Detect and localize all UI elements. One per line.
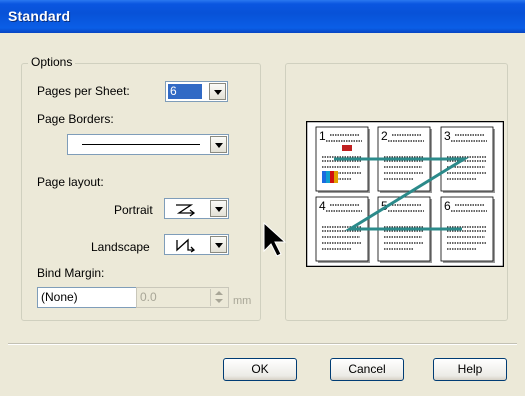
help-button[interactable]: Help xyxy=(433,358,507,381)
preview-page-number: 1 xyxy=(319,129,326,143)
landscape-dropdown-button[interactable] xyxy=(210,236,227,253)
preview-page-number: 6 xyxy=(444,199,451,213)
chevron-down-icon xyxy=(214,90,222,95)
margin-spinbox[interactable]: 0.0 xyxy=(136,287,229,308)
pages-per-sheet-select[interactable]: 6 xyxy=(165,81,228,102)
preview-pages-sheet: 1 2 34 5 6 xyxy=(306,121,504,267)
landscape-label: Landscape xyxy=(91,240,150,254)
page-borders-label: Page Borders: xyxy=(37,112,114,126)
pages-per-sheet-label: Pages per Sheet: xyxy=(37,84,130,98)
button-separator xyxy=(8,343,517,345)
spin-up-icon xyxy=(215,291,223,295)
page-borders-select[interactable] xyxy=(67,134,229,155)
margin-spin-arrows[interactable] xyxy=(210,289,227,306)
z-order-icon xyxy=(176,204,196,217)
title-bar[interactable]: Standard xyxy=(0,0,525,33)
ok-button[interactable]: OK xyxy=(223,358,297,381)
options-group-label: Options xyxy=(28,55,76,69)
bind-margin-label: Bind Margin: xyxy=(37,266,105,280)
bind-margin-value: (None) xyxy=(41,290,78,304)
page-borders-dropdown-button[interactable] xyxy=(210,136,227,153)
cancel-button[interactable]: Cancel xyxy=(330,358,404,381)
preview-page-number: 2 xyxy=(381,129,388,143)
spin-down-icon xyxy=(215,299,223,303)
n-order-icon xyxy=(176,238,196,253)
pages-per-sheet-dropdown-button[interactable] xyxy=(209,83,226,100)
chevron-down-icon xyxy=(215,207,223,212)
preview-page-number: 4 xyxy=(319,199,326,213)
window-title: Standard xyxy=(8,8,71,24)
pages-per-sheet-value: 6 xyxy=(168,84,202,99)
page-layout-label: Page layout: xyxy=(37,175,104,189)
chevron-down-icon xyxy=(215,243,223,248)
landscape-layout-select[interactable] xyxy=(164,234,229,255)
portrait-label: Portrait xyxy=(114,203,153,217)
portrait-dropdown-button[interactable] xyxy=(210,200,227,217)
mouse-pointer-icon xyxy=(263,221,287,257)
border-line-sample xyxy=(82,144,200,145)
chevron-down-icon xyxy=(215,143,223,148)
margin-value: 0.0 xyxy=(140,290,157,304)
margin-unit-label: mm xyxy=(233,295,252,307)
preview-page-number: 3 xyxy=(444,129,451,143)
portrait-layout-select[interactable] xyxy=(164,198,229,219)
